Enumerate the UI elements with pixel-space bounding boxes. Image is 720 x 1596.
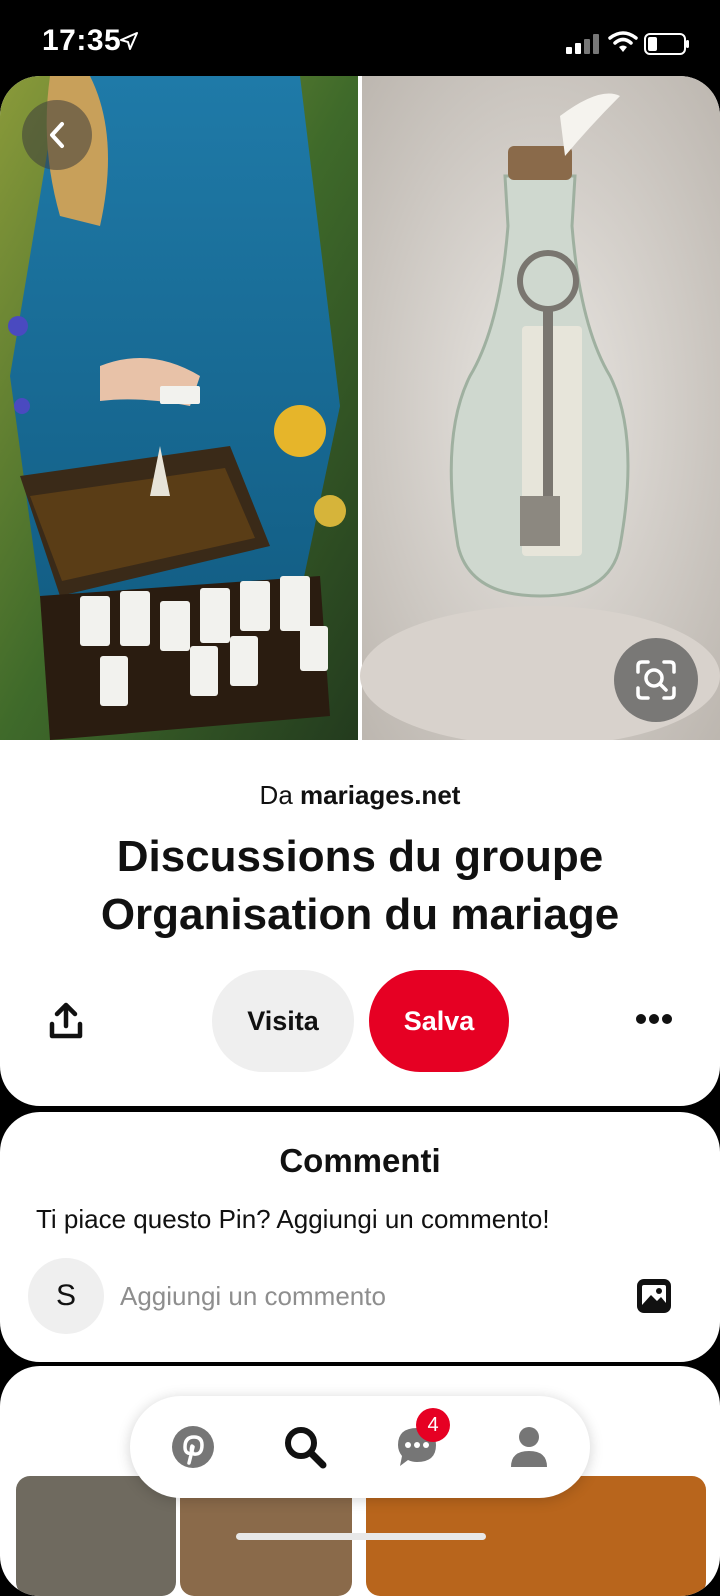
profile-icon [511, 1427, 547, 1467]
pinterest-logo-icon [172, 1426, 214, 1468]
source-domain-link[interactable]: mariages.net [300, 780, 460, 810]
lens-search-icon [636, 660, 676, 700]
wifi-icon [608, 31, 638, 52]
status-bar: 17:35 [0, 0, 720, 80]
cellular-signal-icon [566, 34, 599, 54]
visit-button[interactable]: Visita [212, 970, 354, 1072]
messages-badge: 4 [416, 1408, 450, 1442]
pin-card: Da mariages.net Discussions du groupe Or… [0, 76, 720, 1106]
more-options-icon[interactable] [634, 1012, 674, 1026]
avatar[interactable]: S [28, 1258, 104, 1334]
comments-title: Commenti [279, 1142, 441, 1179]
pin-image[interactable] [0, 76, 720, 740]
pin-title: Discussions du groupe Organisation du ma… [100, 832, 620, 939]
back-button[interactable] [22, 100, 92, 170]
comments-card: Commenti Ti piace questo Pin? Aggiungi u… [0, 1112, 720, 1362]
location-arrow-icon [120, 32, 138, 50]
battery-icon [644, 33, 689, 55]
nav-search[interactable] [280, 1422, 330, 1472]
add-photo-icon[interactable] [636, 1278, 672, 1314]
comment-input[interactable] [118, 1270, 602, 1322]
nav-profile[interactable] [504, 1422, 554, 1472]
nav-home[interactable] [168, 1422, 218, 1472]
source-prefix: Da [259, 780, 293, 810]
search-icon [285, 1427, 327, 1469]
home-indicator [236, 1533, 486, 1540]
avatar-initial: S [55, 1279, 76, 1312]
save-button[interactable]: Salva [369, 970, 509, 1072]
bottom-nav-bar [130, 1396, 590, 1498]
visual-search-button[interactable] [614, 638, 698, 722]
related-pin-thumbnail[interactable] [16, 1476, 176, 1596]
chevron-left-icon [50, 122, 64, 148]
comments-prompt: Ti piace questo Pin? Aggiungi un comment… [36, 1204, 550, 1234]
share-icon[interactable] [46, 1002, 86, 1042]
status-time: 17:35 [42, 24, 122, 57]
pin-source[interactable]: Da mariages.net [0, 780, 720, 811]
